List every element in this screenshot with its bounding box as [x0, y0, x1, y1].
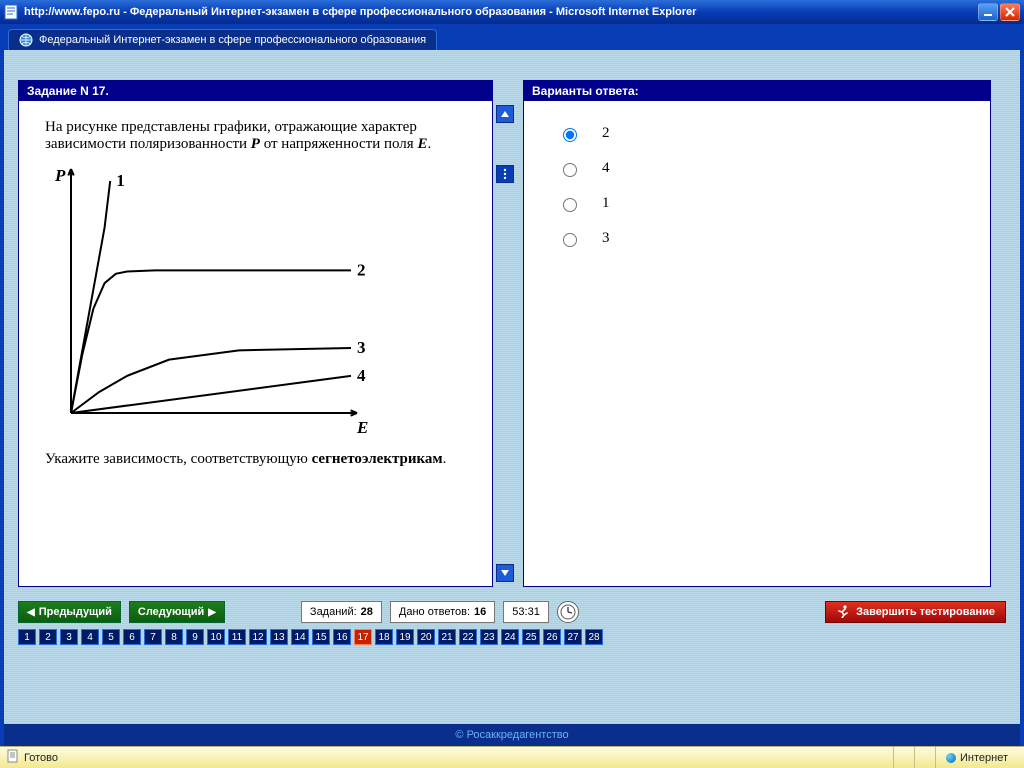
question-number-21[interactable]: 21 [438, 629, 456, 645]
question-number-4[interactable]: 4 [81, 629, 99, 645]
internet-zone-icon [946, 753, 956, 763]
question-number-17[interactable]: 17 [354, 629, 372, 645]
question-number-10[interactable]: 10 [207, 629, 225, 645]
browser-tab[interactable]: Федеральный Интернет-экзамен в сфере про… [8, 29, 437, 50]
answer-option[interactable]: 4 [558, 160, 956, 177]
window-title: http://www.fepo.ru - Федеральный Интерне… [24, 6, 696, 18]
question-number-28[interactable]: 28 [585, 629, 603, 645]
titlebar: http://www.fepo.ru - Федеральный Интерне… [0, 0, 1024, 24]
prev-button[interactable]: ◀ Предыдущий [18, 601, 121, 623]
question-number-row: 1234567891011121314151617181920212223242… [4, 627, 1020, 653]
answers-panel: Варианты ответа: 2 4 1 3 [523, 80, 991, 587]
question-number-8[interactable]: 8 [165, 629, 183, 645]
finish-button[interactable]: Завершить тестирование [825, 601, 1006, 623]
next-label: Следующий [138, 606, 204, 618]
runner-icon [836, 604, 850, 621]
question-number-9[interactable]: 9 [186, 629, 204, 645]
scroll-down-button[interactable] [496, 564, 514, 582]
chart-figure: P E 1 2 3 4 [35, 163, 375, 443]
question-number-26[interactable]: 26 [543, 629, 561, 645]
answer-radio[interactable] [563, 163, 577, 177]
question-number-12[interactable]: 12 [249, 629, 267, 645]
clock-icon [557, 601, 579, 623]
answer-option[interactable]: 3 [558, 230, 956, 247]
question-number-15[interactable]: 15 [312, 629, 330, 645]
question-number-6[interactable]: 6 [123, 629, 141, 645]
answers-header: Варианты ответа: [524, 81, 990, 101]
answers-body: 2 4 1 3 [524, 101, 990, 289]
minimize-button[interactable] [978, 3, 998, 21]
status-zone: Интернет [935, 747, 1018, 768]
svg-text:P: P [54, 166, 66, 185]
question-number-16[interactable]: 16 [333, 629, 351, 645]
question-number-2[interactable]: 2 [39, 629, 57, 645]
question-number-18[interactable]: 18 [375, 629, 393, 645]
question-number-1[interactable]: 1 [18, 629, 36, 645]
work-area: Задание N 17. На рисунке представлены гр… [0, 50, 1024, 724]
svg-text:2: 2 [357, 260, 366, 279]
answer-label: 1 [602, 195, 610, 212]
question-header: Задание N 17. [19, 81, 492, 101]
svg-text:4: 4 [357, 366, 366, 385]
timer-box: 53:31 [503, 601, 549, 623]
status-empty-1 [893, 747, 914, 768]
triangle-right-icon: ▶ [208, 607, 216, 618]
status-ready: Готово [24, 752, 58, 764]
question-number-11[interactable]: 11 [228, 629, 246, 645]
question-number-20[interactable]: 20 [417, 629, 435, 645]
question-number-24[interactable]: 24 [501, 629, 519, 645]
question-panel: Задание N 17. На рисунке представлены гр… [18, 80, 493, 587]
answer-option[interactable]: 1 [558, 195, 956, 212]
question-number-7[interactable]: 7 [144, 629, 162, 645]
close-button[interactable] [1000, 3, 1020, 21]
status-empty-2 [914, 747, 935, 768]
next-button[interactable]: Следующий ▶ [129, 601, 225, 623]
prev-label: Предыдущий [39, 606, 112, 618]
answer-radio[interactable] [563, 128, 577, 142]
triangle-left-icon: ◀ [27, 607, 35, 618]
question-number-19[interactable]: 19 [396, 629, 414, 645]
tasks-count-box: Заданий: 28 [301, 601, 382, 623]
statusbar: Готово Интернет [0, 746, 1024, 768]
tab-title: Федеральный Интернет-экзамен в сфере про… [39, 34, 426, 46]
answer-radio[interactable] [563, 233, 577, 247]
info-button[interactable] [496, 165, 514, 183]
answer-radio[interactable] [563, 198, 577, 212]
answer-label: 4 [602, 160, 610, 177]
answer-label: 3 [602, 230, 610, 247]
answer-option[interactable]: 2 [558, 125, 956, 142]
question-number-5[interactable]: 5 [102, 629, 120, 645]
question-number-3[interactable]: 3 [60, 629, 78, 645]
bottom-controls: ◀ Предыдущий Следующий ▶ Заданий: 28 Дан… [4, 597, 1020, 627]
ie-page-icon [4, 4, 20, 20]
footer-credit: © Росаккредагентство [0, 724, 1024, 746]
finish-label: Завершить тестирование [856, 606, 995, 618]
globe-icon [19, 33, 33, 47]
question-number-22[interactable]: 22 [459, 629, 477, 645]
question-number-25[interactable]: 25 [522, 629, 540, 645]
question-number-23[interactable]: 23 [480, 629, 498, 645]
svg-text:3: 3 [357, 338, 366, 357]
question-number-13[interactable]: 13 [270, 629, 288, 645]
question-followup: Укажите зависимость, соответствующую сег… [45, 451, 466, 468]
question-number-27[interactable]: 27 [564, 629, 582, 645]
svg-text:1: 1 [116, 171, 125, 190]
doc-icon [6, 749, 20, 766]
question-number-14[interactable]: 14 [291, 629, 309, 645]
question-body: На рисунке представлены графики, отражаю… [19, 101, 492, 496]
answered-count-box: Дано ответов:16 [390, 601, 495, 623]
answer-label: 2 [602, 125, 610, 142]
tab-strip: Федеральный Интернет-экзамен в сфере про… [0, 24, 1024, 50]
question-text: На рисунке представлены графики, отражаю… [45, 119, 466, 153]
scroll-up-button[interactable] [496, 105, 514, 123]
svg-text:E: E [356, 418, 368, 437]
